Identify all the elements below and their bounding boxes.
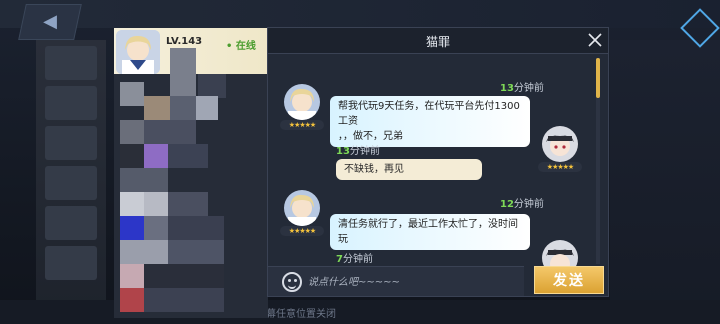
censored-block xyxy=(120,82,144,106)
message-time: 13分钟前 xyxy=(500,83,544,94)
back-arrow-icon: ◀ xyxy=(43,11,57,32)
censored-block xyxy=(170,96,196,120)
censored-block xyxy=(144,120,196,144)
friend-avatar-icon xyxy=(116,30,160,74)
censored-block xyxy=(144,96,170,120)
censored-block xyxy=(144,288,224,312)
send-button[interactable]: 发送 xyxy=(534,266,604,294)
censored-block xyxy=(168,192,208,216)
chat-input-bar xyxy=(268,266,524,296)
background-sidebar xyxy=(36,40,106,310)
bottom-bar xyxy=(0,300,720,324)
sailor-girl-avatar-icon[interactable]: ★★★★★ xyxy=(280,190,324,240)
chat-scrollbar[interactable] xyxy=(596,58,600,264)
chat-title: 猫罪 xyxy=(425,35,450,49)
censored-block xyxy=(168,216,224,240)
message-time: 13分钟前 xyxy=(336,146,380,157)
chat-window: 猫罪 13分钟前 ★★★★★ 帮我代玩9天任务，在代玩平台先付1300工资 ，，… xyxy=(268,28,608,296)
message-time: 7分钟前 xyxy=(336,254,373,265)
censored-block xyxy=(168,240,224,264)
chat-bubble: 不缺钱，再见 xyxy=(336,159,482,180)
rating-stars: ★★★★★ xyxy=(538,162,582,172)
censored-block xyxy=(120,192,144,216)
sidebar-slot xyxy=(45,126,97,160)
censored-block xyxy=(196,96,218,120)
censored-block xyxy=(198,74,226,98)
background-right-panel xyxy=(610,40,720,320)
sidebar-slot xyxy=(45,46,97,80)
rating-stars: ★★★★★ xyxy=(280,120,324,130)
friend-list: LV.143 • 在线 xyxy=(114,28,268,318)
scroll-thumb[interactable] xyxy=(596,58,600,98)
friend-online-status: • 在线 xyxy=(226,41,256,52)
top-bar xyxy=(0,0,720,28)
chat-bubble: 帮我代玩9天任务，在代玩平台先付1300工资 ，，做不，兄弟 xyxy=(330,96,530,147)
censored-block xyxy=(144,192,168,216)
rating-stars: ★★★★★ xyxy=(280,226,324,236)
emoji-icon[interactable] xyxy=(282,272,302,292)
censored-block xyxy=(120,264,144,288)
sailor-girl-avatar-icon[interactable]: ★★★★★ xyxy=(280,84,324,134)
chat-bubble: 清任务就行了，最近工作太忙了，没时间玩 xyxy=(330,214,530,250)
censored-block xyxy=(120,216,144,240)
sidebar-slot xyxy=(45,166,97,200)
censored-block xyxy=(170,48,196,96)
back-button[interactable]: ◀ xyxy=(18,4,82,40)
chat-input[interactable] xyxy=(308,272,514,292)
censored-block xyxy=(144,264,224,288)
sidebar-slot xyxy=(45,246,97,280)
censored-block xyxy=(144,216,168,240)
censored-block xyxy=(144,144,168,168)
sidebar-slot xyxy=(45,206,97,240)
censored-block xyxy=(120,288,144,312)
censored-block xyxy=(120,168,168,192)
censored-block xyxy=(168,144,208,168)
censored-block xyxy=(120,240,168,264)
message-time: 12分钟前 xyxy=(500,199,544,210)
sidebar-slot xyxy=(45,86,97,120)
friend-level: LV.143 xyxy=(166,36,203,47)
censored-block xyxy=(120,120,144,144)
close-icon[interactable] xyxy=(586,31,604,49)
dark-hat-girl-avatar-icon[interactable]: ★★★★★ xyxy=(538,126,582,176)
censored-block xyxy=(120,144,144,168)
chat-header: 猫罪 xyxy=(268,28,608,54)
